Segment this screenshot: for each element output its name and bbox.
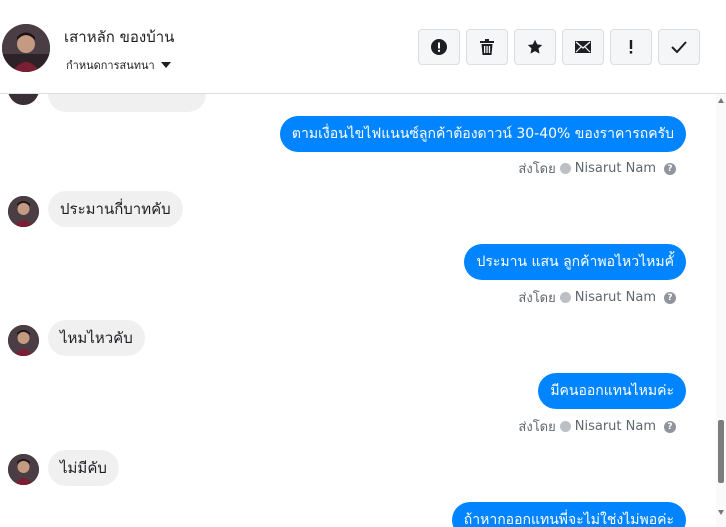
- sent-status-icon: [559, 421, 571, 432]
- important-button[interactable]: [610, 29, 652, 65]
- alert-circle-icon: [431, 39, 447, 55]
- conversation-header: เสาหลัก ของบ้าน กำหนดการสนทนา: [0, 0, 726, 94]
- message-thread[interactable]: ตามเงื่อนไขไฟแนนซ์ลูกค้าต้องดาวน์ 30-40%…: [0, 94, 716, 527]
- sender-name[interactable]: Nisarut Nam: [575, 419, 656, 434]
- sent-by-prefix: ส่งโดย: [518, 162, 556, 177]
- message-bubble-incoming[interactable]: ไหมไหวคับ: [48, 320, 145, 356]
- message-bubble-incoming-partial: [48, 94, 206, 112]
- sender-avatar: [8, 325, 39, 356]
- checkmark-icon: [671, 41, 687, 53]
- sender-name[interactable]: Nisarut Nam: [575, 161, 656, 176]
- contact-avatar[interactable]: [2, 24, 50, 72]
- scrollbar-thumb[interactable]: [718, 420, 724, 483]
- message-bubble-outgoing[interactable]: ถ้าหากออกแทนพี่จะไม่ใช่งไม่พอค่ะ: [451, 502, 686, 527]
- sender-avatar: [8, 94, 39, 105]
- sent-status-icon: [559, 163, 571, 174]
- delete-button[interactable]: [466, 29, 508, 65]
- sent-by-label: ส่งโดย Nisarut Nam ?: [518, 158, 676, 179]
- message-bubble-outgoing[interactable]: มีคนออกแทนไหมค่ะ: [538, 373, 686, 409]
- sent-by-prefix: ส่งโดย: [518, 420, 556, 435]
- sender-avatar: [8, 196, 39, 227]
- exclamation-icon: [629, 40, 633, 54]
- sent-by-label: ส่งโดย Nisarut Nam ?: [518, 416, 676, 437]
- trash-icon: [480, 39, 494, 55]
- scroll-up-arrow-icon[interactable]: [718, 98, 724, 103]
- mark-spam-button[interactable]: [418, 29, 460, 65]
- sent-status-icon: [559, 292, 571, 303]
- scrollbar[interactable]: [716, 94, 726, 527]
- conversation-settings-label: กำหนดการสนทนา: [66, 59, 155, 72]
- chevron-down-icon: [160, 62, 171, 68]
- star-button[interactable]: [514, 29, 556, 65]
- sender-avatar: [8, 454, 39, 485]
- help-icon[interactable]: ?: [664, 420, 676, 433]
- help-icon[interactable]: ?: [664, 162, 676, 175]
- envelope-icon: [575, 41, 591, 53]
- star-icon: [527, 39, 543, 54]
- message-bubble-incoming[interactable]: ประมานกี่บาทคับ: [48, 191, 183, 227]
- conversation-settings-dropdown[interactable]: กำหนดการสนทนา: [66, 56, 171, 74]
- contact-name[interactable]: เสาหลัก ของบ้าน: [64, 25, 174, 49]
- mark-unread-button[interactable]: [562, 29, 604, 65]
- help-icon[interactable]: ?: [664, 291, 676, 304]
- sent-by-prefix: ส่งโดย: [518, 291, 556, 306]
- scroll-down-arrow-icon[interactable]: [718, 510, 724, 515]
- mark-done-button[interactable]: [658, 29, 700, 65]
- message-bubble-outgoing[interactable]: ประมาน แสน ลูกค้าพอไหวไหมคั้: [464, 244, 686, 280]
- sent-by-label: ส่งโดย Nisarut Nam ?: [518, 287, 676, 308]
- message-bubble-incoming[interactable]: ไม่มีคับ: [48, 450, 119, 486]
- message-bubble-outgoing[interactable]: ตามเงื่อนไขไฟแนนซ์ลูกค้าต้องดาวน์ 30-40%…: [279, 116, 686, 152]
- sender-name[interactable]: Nisarut Nam: [575, 290, 656, 305]
